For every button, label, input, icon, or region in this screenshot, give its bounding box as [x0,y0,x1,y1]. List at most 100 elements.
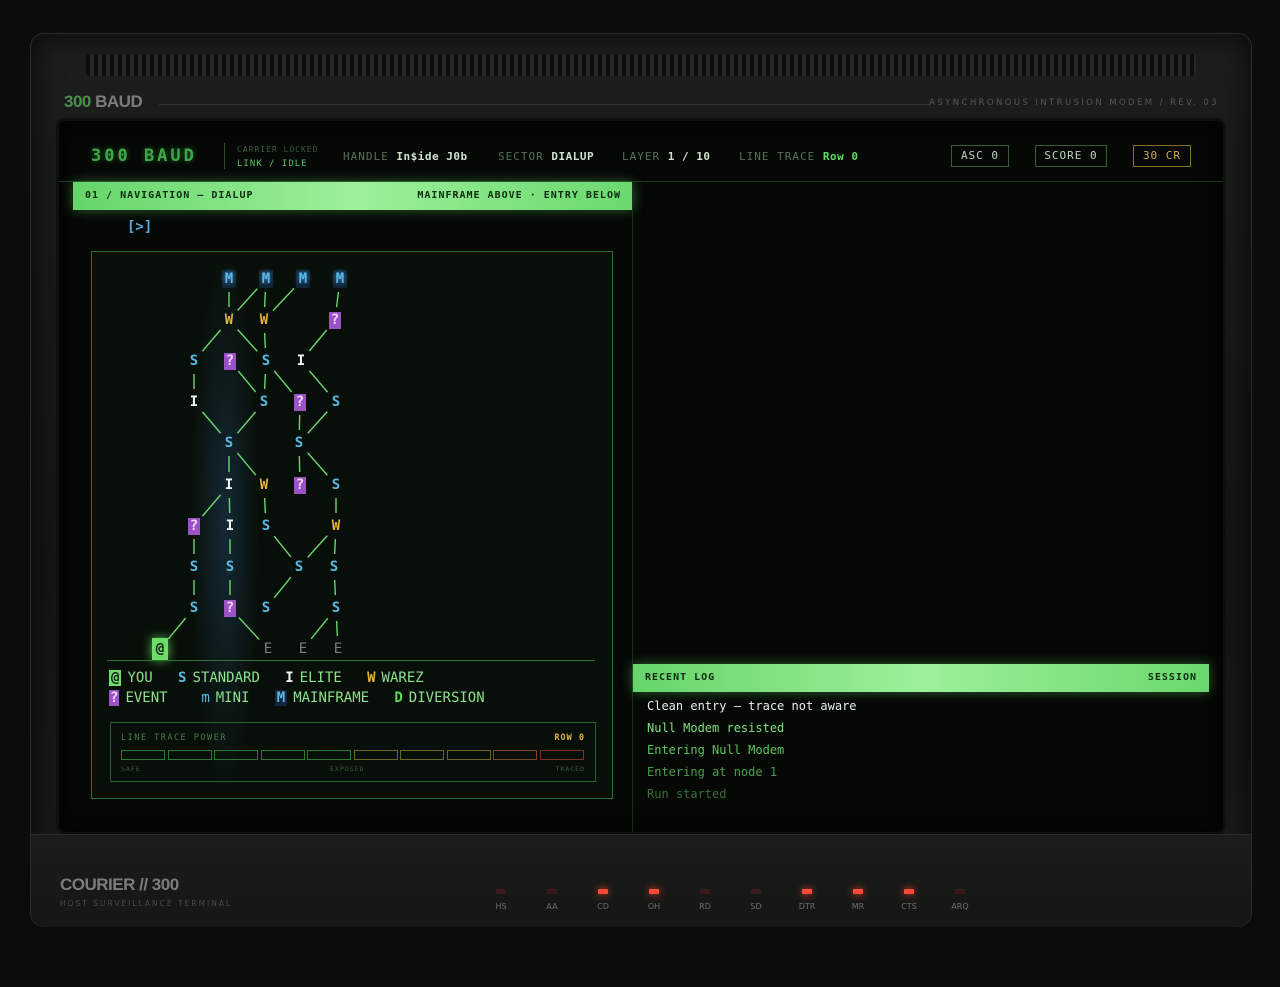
standard-node[interactable]: S [187,352,201,370]
trace-power-title: LINE TRACE POWER [121,733,227,743]
mainframe-node[interactable]: M [333,270,347,288]
map-link [307,535,328,558]
standard-node[interactable]: S [257,393,271,411]
event-node[interactable]: ? [329,311,341,329]
trace-segment [446,750,491,760]
sector-value: DIALUP [551,150,595,163]
log-entry: Null Modem resisted [647,721,785,735]
standard-node[interactable]: S [329,476,343,494]
standard-node[interactable]: S [259,352,273,370]
nav-panel-hint: MAINFRAME ABOVE · ENTRY BELOW [417,190,621,201]
terminal-screen: 300 BAUD CARRIER LOCKED LINK / IDLE HAND… [59,121,1223,832]
map-link [310,617,329,640]
led-aa-indicator [547,889,557,894]
standard-node[interactable]: S [187,558,201,576]
elite-node[interactable]: I [223,517,237,535]
map-separator [107,660,595,661]
elite-node[interactable]: I [222,476,236,494]
trace-segment [539,750,584,760]
standard-node[interactable]: S [223,558,237,576]
map-link [335,620,339,637]
standard-node[interactable]: S [187,599,201,617]
legend-event: ? EVENT [109,690,168,706]
led-label: CTS [901,902,917,911]
log-entry: Run started [647,787,727,801]
speaker-grille [86,54,1196,76]
map-link [263,291,267,308]
warez-node[interactable]: W [257,311,271,329]
event-node[interactable]: ? [224,599,236,617]
diversion-node-icon: D [394,690,403,706]
scale-traced: TRACED [555,765,585,773]
layer-value: 1 / 10 [667,150,711,163]
standard-node[interactable]: S [329,599,343,617]
trace-power-row: ROW 0 [554,733,585,743]
standard-node[interactable]: S [327,558,341,576]
scale-exposed: EXPOSED [330,765,365,773]
standard-node[interactable]: S [329,393,343,411]
elite-node[interactable]: I [187,393,201,411]
entry-node[interactable]: E [296,640,310,658]
legend-diversion: D DIVERSION [394,690,485,706]
nav-panel-header: 01 / NAVIGATION — DIALUP MAINFRAME ABOVE… [73,182,633,210]
led-label: OH [647,902,661,911]
map-link [308,329,328,352]
entry-node[interactable]: E [331,640,345,658]
warez-node[interactable]: W [222,311,236,329]
standard-node[interactable]: S [259,517,273,535]
command-prompt[interactable]: [>] [127,219,152,235]
map-link [263,332,267,349]
mainframe-node[interactable]: M [222,270,236,288]
warez-node[interactable]: W [329,517,343,535]
trace-segment [167,750,212,760]
mainframe-node[interactable]: M [296,270,310,288]
map-link [201,329,222,352]
status-bar: 300 BAUD CARRIER LOCKED LINK / IDLE HAND… [59,121,1223,182]
asc-counter: ASC 0 [951,145,1009,167]
led-hs-indicator [496,889,506,894]
footer-brand: COURIER // 300 [60,875,179,894]
network-map: M M M M W W? S? S I I S? S S S I W? S? I S W S S S S S? S S @ E E E @ Y… [91,251,613,799]
log-entry: Entering Null Modem [647,743,785,757]
map-link [273,576,292,599]
led-cts-indicator [904,889,914,894]
led-label: AA [546,902,558,911]
trace-segment [260,750,305,760]
map-link [308,370,329,393]
led-arq-indicator [955,889,965,894]
led-mr-indicator [853,889,863,894]
carrier-state: LINK / IDLE [237,159,308,169]
credits-counter: 30 CR [1133,145,1191,167]
carrier-label: CARRIER LOCKED [237,145,319,154]
layer-field: LAYER 1 / 10 [622,150,711,163]
event-node[interactable]: ? [188,517,200,535]
player-node[interactable]: @ [152,638,168,660]
standard-node[interactable]: S [259,599,273,617]
trace-value: Row 0 [822,150,859,163]
entry-node[interactable]: E [261,640,275,658]
map-link [335,291,340,308]
event-node-icon: ? [109,690,120,706]
map-links [167,287,340,640]
standard-node[interactable]: S [222,434,236,452]
led-sd-indicator [751,889,761,894]
event-node[interactable]: ? [294,393,306,411]
map-link [272,287,295,312]
event-node[interactable]: ? [294,476,306,494]
map-link [236,452,257,476]
standard-node[interactable]: S [292,434,306,452]
led-label: CD [597,902,609,911]
app-logo: 300 BAUD [91,146,197,166]
warez-node[interactable]: W [257,476,271,494]
standard-node[interactable]: S [292,558,306,576]
elite-node[interactable]: I [294,352,308,370]
event-node[interactable]: ? [224,352,236,370]
map-link [333,538,337,555]
trace-segment [353,750,398,760]
led-label: MR [851,902,865,911]
map-link [236,411,257,434]
sector-label: SECTOR [498,150,544,163]
mainframe-node[interactable]: M [259,270,273,288]
map-link [237,370,257,393]
nav-panel-title: 01 / NAVIGATION — DIALUP [85,190,254,201]
